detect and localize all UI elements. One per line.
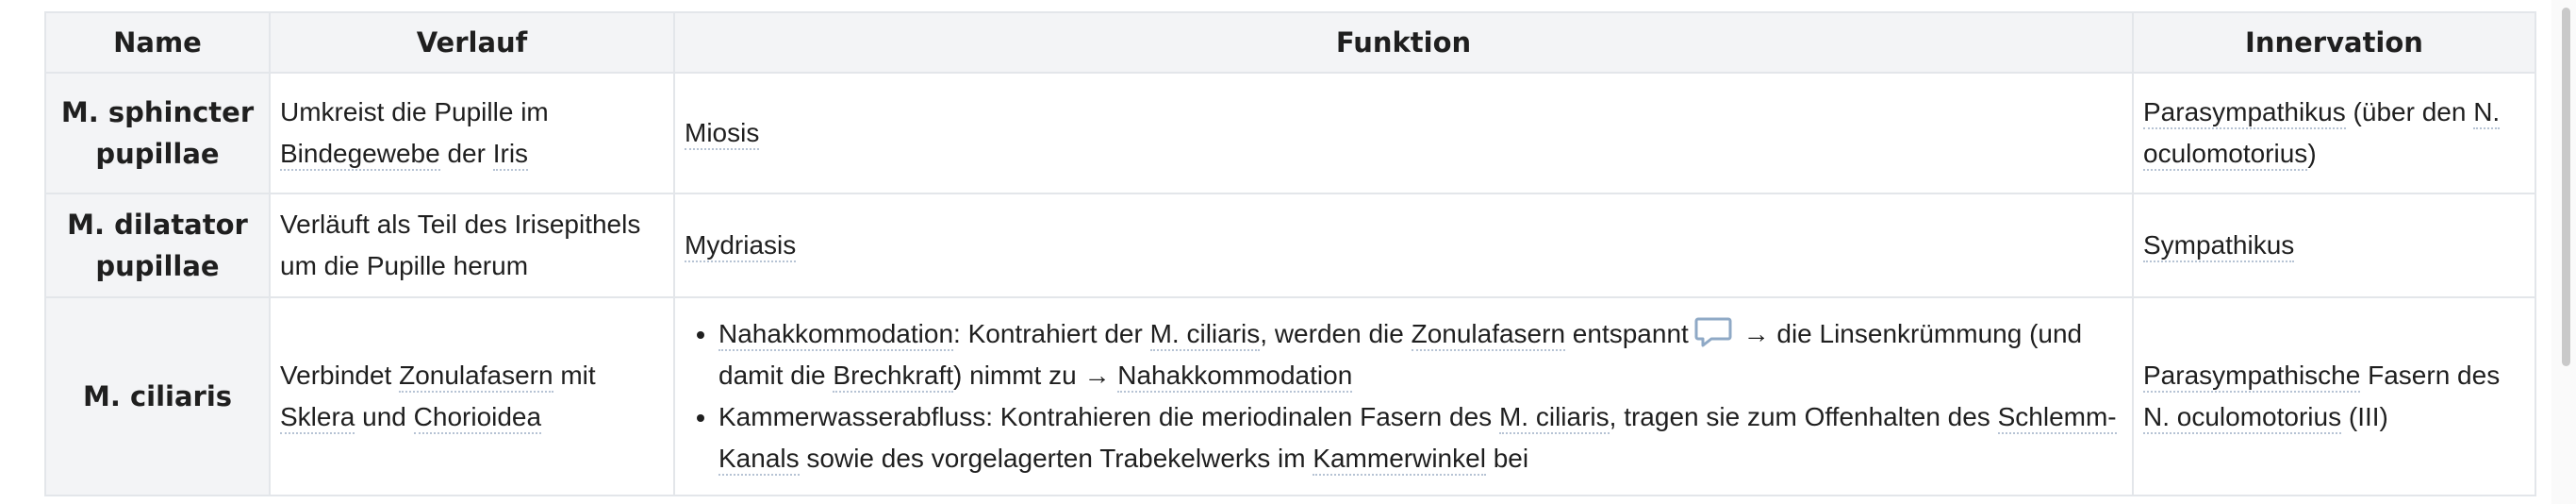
muscle-table: Name Verlauf Funktion Innervation M. sph… xyxy=(44,11,2536,496)
cell-text: Umkreist die Pupille im xyxy=(280,97,549,126)
funktion-list: Nahakkommodation: Kontrahiert der M. cil… xyxy=(685,313,2122,479)
funktion-cell: Mydriasis xyxy=(673,193,2134,298)
funktion-cell: Nahakkommodation: Kontrahiert der M. cil… xyxy=(673,296,2134,496)
innervation-cell: Parasympathische Fasern des N. oculomoto… xyxy=(2132,296,2536,496)
table-row: M. ciliaris Verbindet Zonulafasern mit S… xyxy=(44,296,2536,496)
link-kammerwinkel[interactable]: Kammerwinkel xyxy=(1313,444,1486,476)
link-parasympathische[interactable]: Parasympathische xyxy=(2143,361,2361,393)
cell-text: Fasern des xyxy=(2360,361,2501,390)
cell-text: Verbindet xyxy=(280,361,400,390)
column-header-innervation[interactable]: Innervation xyxy=(2132,11,2536,74)
cell-text: entspannt xyxy=(1565,319,1689,348)
list-item: Kammerwasserabfluss: Kontrahieren die me… xyxy=(718,396,2122,479)
cell-text: Kammerwasserabfluss: Kontrahieren die me… xyxy=(718,402,1499,431)
link-miosis[interactable]: Miosis xyxy=(685,118,760,150)
cell-text: , werden die xyxy=(1260,319,1412,348)
funktion-cell: Miosis xyxy=(673,72,2134,194)
column-header-name[interactable]: Name xyxy=(44,11,271,74)
row-header-name: M. dilatator pupillae xyxy=(44,193,271,298)
table-row: M. dilatator pupillae Verläuft als Teil … xyxy=(44,193,2536,298)
column-header-funktion[interactable]: Funktion xyxy=(673,11,2134,74)
cell-text: ) nimmt zu → xyxy=(953,361,1118,390)
link-chorioidea[interactable]: Chorioidea xyxy=(413,402,542,434)
cell-text: sowie des vorgelagerten Trabekelwerks im xyxy=(799,444,1313,473)
link-zonulafasern[interactable]: Zonulafasern xyxy=(399,361,553,393)
link-m-ciliaris[interactable]: M. ciliaris xyxy=(1498,402,1610,434)
cell-text: ) xyxy=(2307,139,2317,168)
table-row: M. sphincter pupillae Umkreist die Pupil… xyxy=(44,72,2536,194)
link-nahakkommodation[interactable]: Nahakkommodation xyxy=(1117,361,1353,393)
list-item: Nahakkommodation: Kontrahiert der M. cil… xyxy=(718,313,2122,396)
cell-text: der xyxy=(439,139,493,168)
link-nahakkommodation[interactable]: Nahakkommodation xyxy=(718,319,954,351)
vertical-scrollbar[interactable] xyxy=(2551,0,2576,504)
innervation-cell: Parasympathikus (über den N. oculomotori… xyxy=(2132,72,2536,194)
link-bindegewebe[interactable]: Bindegewebe xyxy=(280,139,440,171)
link-sympathikus[interactable]: Sympathikus xyxy=(2143,230,2295,262)
cell-text: , tragen sie zum Offenhalten des xyxy=(1609,402,1998,431)
link-n-oculomotorius[interactable]: N. oculomotorius xyxy=(2143,402,2342,434)
link-m-ciliaris[interactable]: M. ciliaris xyxy=(1149,319,1261,351)
row-header-name: M. ciliaris xyxy=(44,296,271,496)
cell-text: mit xyxy=(553,361,596,390)
verlauf-cell: Verbindet Zonulafasern mit Sklera und Ch… xyxy=(269,296,675,496)
verlauf-cell: Umkreist die Pupille im Bindegewebe der … xyxy=(269,72,675,194)
scrollbar-thumb[interactable] xyxy=(2562,8,2570,366)
innervation-cell: Sympathikus xyxy=(2132,193,2536,298)
link-sklera[interactable]: Sklera xyxy=(280,402,355,434)
cell-text: (über den xyxy=(2345,97,2474,126)
table-header-row: Name Verlauf Funktion Innervation xyxy=(44,11,2536,74)
verlauf-cell: Verläuft als Teil des Irisepithels um di… xyxy=(269,193,675,298)
link-brechkraft[interactable]: Brechkraft xyxy=(833,361,954,393)
link-parasympathikus[interactable]: Parasympathikus xyxy=(2143,97,2346,129)
row-header-name: M. sphincter pupillae xyxy=(44,72,271,194)
link-zonulafasern[interactable]: Zonulafasern xyxy=(1411,319,1566,351)
cell-text: : Kontrahiert der xyxy=(953,319,1150,348)
comment-icon[interactable] xyxy=(1694,316,1732,348)
link-iris[interactable]: Iris xyxy=(492,139,529,171)
cell-text: bei xyxy=(1485,444,1529,473)
cell-text: (III) xyxy=(2341,402,2388,431)
column-header-verlauf[interactable]: Verlauf xyxy=(269,11,675,74)
link-mydriasis[interactable]: Mydriasis xyxy=(685,230,797,262)
cell-text: und xyxy=(355,402,414,431)
